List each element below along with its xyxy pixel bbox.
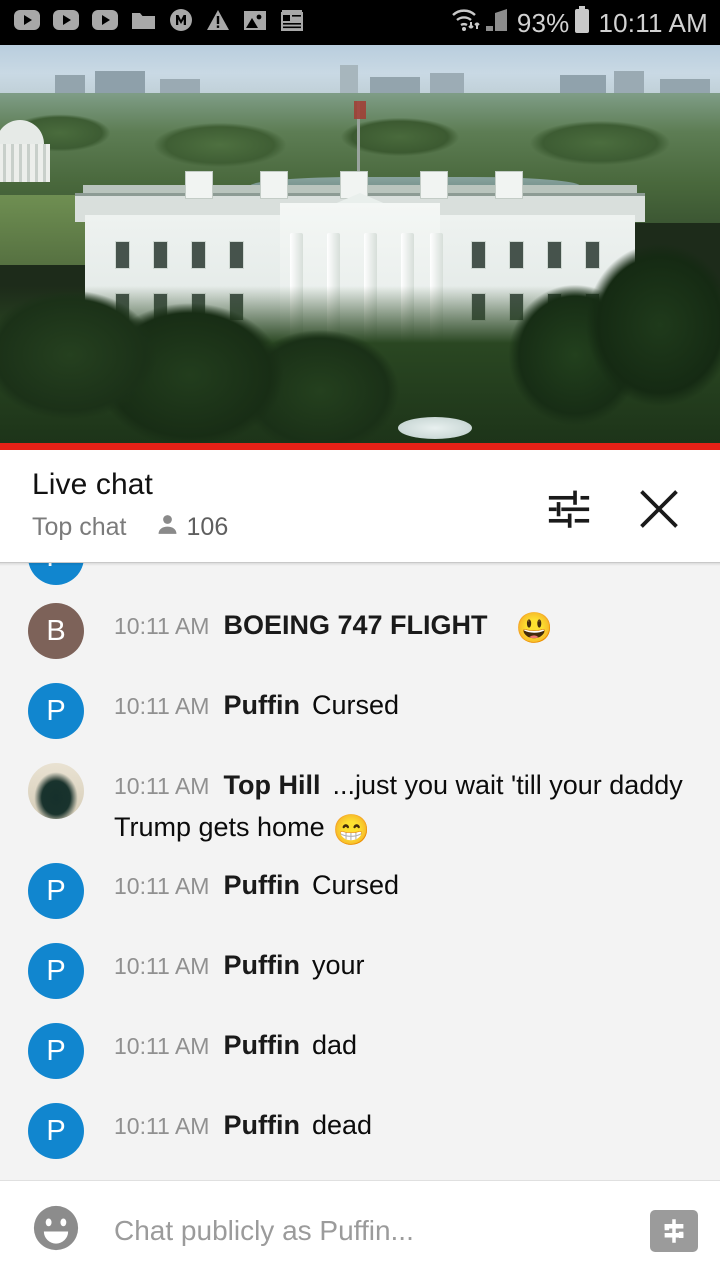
status-bar-clock: 10:11 AM <box>598 7 708 38</box>
author-name[interactable]: Puffin <box>223 950 299 980</box>
video-progress-bar[interactable] <box>0 443 720 450</box>
chat-message[interactable]: P 10:11 AM Puffin Cursed <box>0 683 720 739</box>
timestamp: 10:11 AM <box>114 613 210 639</box>
avatar[interactable]: P <box>28 1023 84 1079</box>
chat-input-field[interactable]: Chat publicly as Puffin... <box>114 1215 650 1247</box>
chat-message-body: 10:11 AM Puffin dead <box>84 1103 696 1147</box>
youtube-play-icon <box>92 10 118 35</box>
timestamp: 10:11 AM <box>114 1033 210 1059</box>
battery-percent: 93% <box>516 7 570 38</box>
chat-message[interactable]: P 10:11 AM Puffin dad <box>0 1023 720 1079</box>
message-text: your <box>311 950 365 980</box>
warning-triangle-icon <box>206 9 230 36</box>
chat-input-bar: Chat publicly as Puffin... <box>0 1180 720 1280</box>
message-text: dad <box>311 1030 358 1060</box>
avatar[interactable]: B <box>28 603 84 659</box>
close-x-icon[interactable] <box>634 484 684 534</box>
wifi-transfer-icon <box>449 7 483 38</box>
avatar[interactable] <box>28 763 84 819</box>
tune-sliders-icon[interactable] <box>546 486 592 532</box>
top-chat-label[interactable]: Top chat <box>32 513 127 541</box>
dollar-superchat-icon[interactable] <box>650 1209 698 1252</box>
message-text: Cursed <box>311 690 400 720</box>
author-name[interactable]: Top Hill <box>223 770 320 800</box>
chat-message[interactable]: B 10:11 AM BOEING 747 FLIGHT 😃 <box>0 603 720 659</box>
cell-signal-icon <box>483 7 511 38</box>
chat-message[interactable]: P 10:11 AM Puffin dead <box>0 1103 720 1159</box>
chat-message[interactable]: 10:11 AM Top Hill ...just you wait 'till y… <box>0 763 720 851</box>
folder-icon <box>131 10 156 36</box>
message-text: Cursed <box>311 870 400 900</box>
live-chat-header-text: Live chat Top chat 106 <box>32 468 546 542</box>
emoji-grinning-open-mouth: 😃 <box>515 612 553 645</box>
status-bar-notification-icons <box>14 8 449 37</box>
chat-message-body: 10:11 AM Top Hill ...just you wait 'till y… <box>84 763 696 851</box>
avatar[interactable]: P <box>28 943 84 999</box>
viewer-count-group: 106 <box>155 512 229 542</box>
avatar[interactable]: P <box>28 863 84 919</box>
author-name[interactable]: Puffin <box>223 1030 299 1060</box>
chat-message-body: 10:11 AM Puffin dad <box>84 1023 696 1067</box>
chat-message[interactable]: P 10:11 AM Puffin your <box>0 943 720 999</box>
author-name[interactable]: Puffin <box>223 1110 299 1140</box>
youtube-play-icon <box>53 10 79 35</box>
chat-message-body: 10:11 AM Puffin your <box>84 943 696 987</box>
youtube-play-icon <box>14 10 40 35</box>
timestamp: 10:11 AM <box>114 773 210 799</box>
chat-message-body: 10:11 AM Puffin Cursed <box>84 683 696 727</box>
foreground-trees <box>0 205 720 443</box>
live-chat-subheader: Top chat 106 <box>32 512 546 542</box>
live-chat-title: Live chat <box>32 468 153 501</box>
timestamp: 10:11 AM <box>114 1113 210 1139</box>
author-name[interactable]: Puffin <box>223 690 299 720</box>
chat-message[interactable]: P 10:11 AM Puffin Cursed <box>0 863 720 919</box>
timestamp: 10:11 AM <box>114 873 210 899</box>
author-name[interactable]: BOEING 747 FLIGHT <box>223 610 487 640</box>
viewer-count: 106 <box>186 513 229 541</box>
live-chat-message-list[interactable]: P B 10:11 AM BOEING 747 FLIGHT 😃 P 10:11 A… <box>0 562 720 1181</box>
south-lawn-fountain <box>398 417 472 439</box>
timestamp: 10:11 AM <box>114 693 210 719</box>
avatar[interactable]: P <box>28 1103 84 1159</box>
m-circle-icon <box>169 8 193 37</box>
message-text: dead <box>311 1110 373 1140</box>
chat-message-partial[interactable]: P <box>0 563 720 585</box>
emoji-smiley-icon[interactable] <box>30 1202 82 1259</box>
chat-message-body: 10:11 AM Puffin Cursed <box>84 863 696 907</box>
phone-screen: 93% 10:11 AM Live chat Top chat 106 B 10… <box>0 0 720 1280</box>
status-bar: 93% 10:11 AM <box>0 0 720 45</box>
author-name[interactable]: Puffin <box>223 870 299 900</box>
person-icon <box>155 512 180 542</box>
chat-message-body: 10:11 AM BOEING 747 FLIGHT 😃 <box>84 603 696 649</box>
battery-icon <box>572 6 592 39</box>
jefferson-memorial <box>0 120 50 182</box>
avatar[interactable]: P <box>28 563 84 585</box>
status-bar-system-icons: 93% 10:11 AM <box>449 6 708 39</box>
live-chat-header: Live chat Top chat 106 <box>0 450 720 562</box>
live-chat-header-actions <box>546 484 684 534</box>
avatar[interactable]: P <box>28 683 84 739</box>
notepad-icon <box>280 9 304 37</box>
emoji-beaming-face: 😁 <box>332 814 370 847</box>
image-icon <box>243 10 267 36</box>
video-player[interactable] <box>0 45 720 443</box>
timestamp: 10:11 AM <box>114 953 210 979</box>
